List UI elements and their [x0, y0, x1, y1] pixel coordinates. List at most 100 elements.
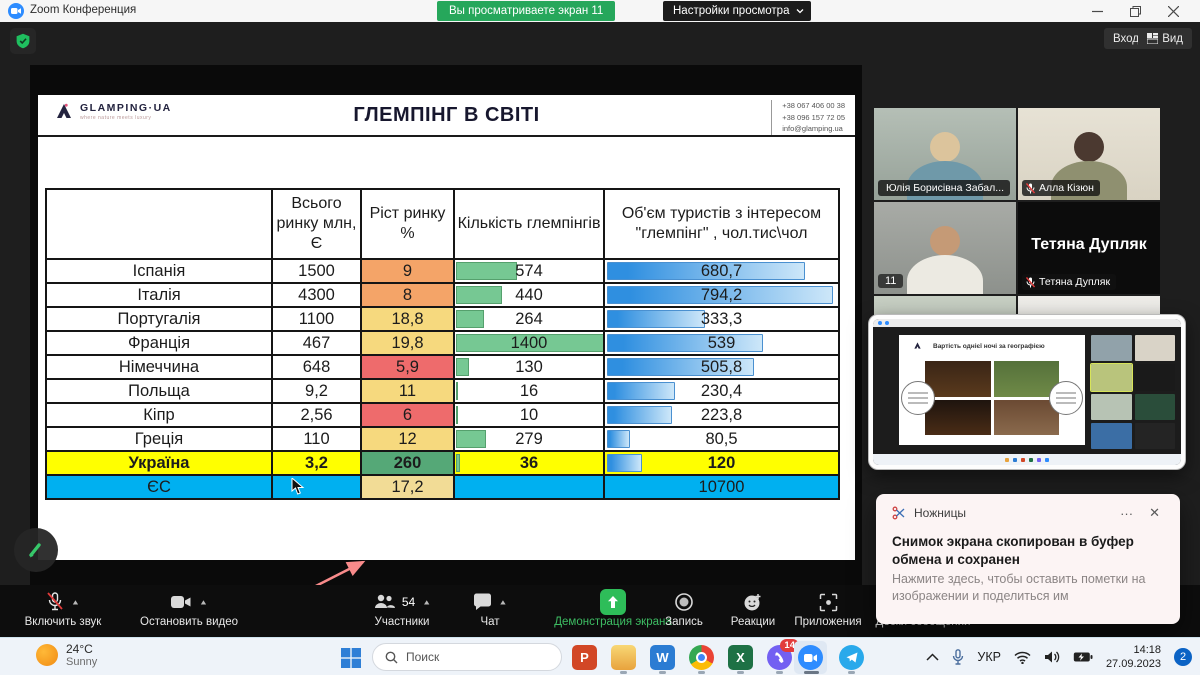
- cell-country: Україна: [46, 451, 272, 475]
- cell-tourists: 333,3: [604, 307, 839, 331]
- wifi-icon[interactable]: [1014, 651, 1031, 664]
- unmute-button[interactable]: ▲ Включить звук: [4, 589, 122, 628]
- view-settings-button[interactable]: Настройки просмотра: [663, 1, 811, 21]
- participants-count: 54: [402, 595, 415, 609]
- tray-mic-icon[interactable]: [952, 649, 964, 665]
- mouse-cursor: [291, 478, 305, 496]
- speaker-icon[interactable]: [1044, 650, 1060, 664]
- notification-close-button[interactable]: ✕: [1145, 505, 1164, 521]
- cell-tourists: 794,2: [604, 283, 839, 307]
- table-row: ЄС17,210700: [46, 475, 839, 499]
- cell-market: 4300: [272, 283, 361, 307]
- cell-growth: 12: [361, 427, 454, 451]
- contact-email: info@glamping.ua: [782, 123, 845, 135]
- mini-photo-grid: [925, 361, 1059, 435]
- file-explorer-icon[interactable]: [611, 645, 636, 670]
- view-button[interactable]: Вид: [1138, 28, 1192, 49]
- search-box[interactable]: Поиск: [372, 643, 562, 671]
- tray-chevron-icon[interactable]: [926, 653, 939, 661]
- smiley-icon: [743, 592, 763, 612]
- table-row: Польща9,21116230,4: [46, 379, 839, 403]
- contact-block: +38 067 406 00 38 +38 096 157 72 05 info…: [771, 100, 845, 135]
- tourists-bar: [607, 334, 763, 352]
- video-tile-tetiana[interactable]: Тетяна Дупляк Тетяна Дупляк: [1018, 202, 1160, 294]
- powerpoint-icon[interactable]: P: [572, 645, 597, 670]
- battery-icon[interactable]: [1073, 651, 1093, 663]
- weather-temp: 24°C: [66, 642, 97, 656]
- chevron-up-icon[interactable]: ▲: [71, 598, 80, 606]
- cell-market: 648: [272, 355, 361, 379]
- weather-widget[interactable]: 24°C Sunny: [36, 642, 97, 668]
- cell-market: 110: [272, 427, 361, 451]
- notification-more-button[interactable]: ···: [1116, 506, 1137, 521]
- viber-icon[interactable]: 14: [767, 645, 792, 670]
- chevron-up-icon[interactable]: ▲: [499, 598, 508, 606]
- cell-market: 1100: [272, 307, 361, 331]
- video-tile-active-speaker[interactable]: 11: [874, 202, 1016, 294]
- telegram-icon[interactable]: [839, 645, 864, 670]
- glampings-bar: [456, 358, 469, 376]
- windows-taskbar: 24°C Sunny Поиск P W X 14: [0, 637, 1200, 675]
- cell-glampings: [454, 475, 604, 499]
- cell-tourists: 680,7: [604, 259, 839, 283]
- glampings-bar: [456, 430, 486, 448]
- cell-tourists: 230,4: [604, 379, 839, 403]
- chevron-down-icon: [796, 8, 804, 14]
- contact-phone: +38 096 157 72 05: [782, 112, 845, 124]
- reactions-button[interactable]: Реакции: [720, 589, 786, 628]
- chevron-up-icon[interactable]: ▲: [199, 598, 208, 606]
- language-indicator[interactable]: УКР: [977, 650, 1001, 664]
- cell-market: 2,56: [272, 403, 361, 427]
- chat-button[interactable]: ▲ Чат: [458, 589, 522, 628]
- cell-country: Італія: [46, 283, 272, 307]
- window-title: Zoom Конференция: [30, 4, 136, 16]
- cell-country: Польща: [46, 379, 272, 403]
- cell-growth: 19,8: [361, 331, 454, 355]
- table-header-row: Всього ринку млн, Є Ріст ринку % Кількіс…: [46, 189, 839, 259]
- table-row: Іспанія15009574680,7: [46, 259, 839, 283]
- cell-glampings: 16: [454, 379, 604, 403]
- minimize-button[interactable]: [1082, 0, 1112, 22]
- contact-phone: +38 067 406 00 38: [782, 100, 845, 112]
- video-tile-alla[interactable]: Алла Кізюн: [1018, 108, 1160, 200]
- cell-glampings: 130: [454, 355, 604, 379]
- restore-button[interactable]: [1120, 0, 1150, 22]
- stop-video-button[interactable]: ▲ Остановить видео: [124, 589, 254, 628]
- chrome-icon[interactable]: [689, 645, 714, 670]
- slide-title: ГЛЕМПІНГ В СВІТІ: [38, 104, 855, 127]
- glampings-bar: [456, 406, 458, 424]
- table-row: Німеччина6485,9130505,8: [46, 355, 839, 379]
- record-button[interactable]: Запись: [652, 589, 716, 628]
- close-button[interactable]: [1158, 0, 1188, 22]
- participants-button[interactable]: 54 ▲ Участники: [352, 589, 452, 628]
- muted-mic-icon: [1026, 277, 1035, 288]
- tourists-bar: [607, 310, 705, 328]
- notification-count-badge[interactable]: 2: [1174, 648, 1192, 666]
- tourists-bar: [607, 430, 630, 448]
- start-button[interactable]: [338, 645, 363, 670]
- cell-market: 1500: [272, 259, 361, 283]
- zoom-taskbar-icon[interactable]: [794, 641, 827, 674]
- table-row: Франція46719,81400539: [46, 331, 839, 355]
- apps-icon: [819, 593, 838, 612]
- pencil-icon: [26, 540, 46, 560]
- excel-icon[interactable]: X: [728, 645, 753, 670]
- word-icon[interactable]: W: [650, 645, 675, 670]
- glampings-bar: [456, 262, 517, 280]
- chevron-up-icon[interactable]: ▲: [422, 598, 431, 606]
- annotate-pencil-button[interactable]: [14, 528, 58, 572]
- cell-tourists: 80,5: [604, 427, 839, 451]
- apps-button[interactable]: Приложения: [788, 589, 868, 628]
- security-shield-icon[interactable]: [10, 28, 36, 54]
- clock[interactable]: 14:18 27.09.2023: [1106, 643, 1161, 672]
- cell-growth: 5,9: [361, 355, 454, 379]
- presentation-slide: GLAMPING·UA where nature meets luxury ГЛ…: [38, 95, 855, 560]
- cell-country: Португалія: [46, 307, 272, 331]
- screenshot-preview-window[interactable]: Вартість однієї ночі за географією: [868, 314, 1186, 470]
- snipping-tool-notification[interactable]: Ножницы ··· ✕ Снимок экрана скопирован в…: [876, 494, 1180, 624]
- participant-name-label: Юлія Борисівна Забал...: [878, 180, 1010, 196]
- cell-tourists: 505,8: [604, 355, 839, 379]
- video-tile-yuliia[interactable]: Юлія Борисівна Забал...: [874, 108, 1016, 200]
- cell-tourists: 10700: [604, 475, 839, 499]
- participants-icon: [373, 593, 395, 611]
